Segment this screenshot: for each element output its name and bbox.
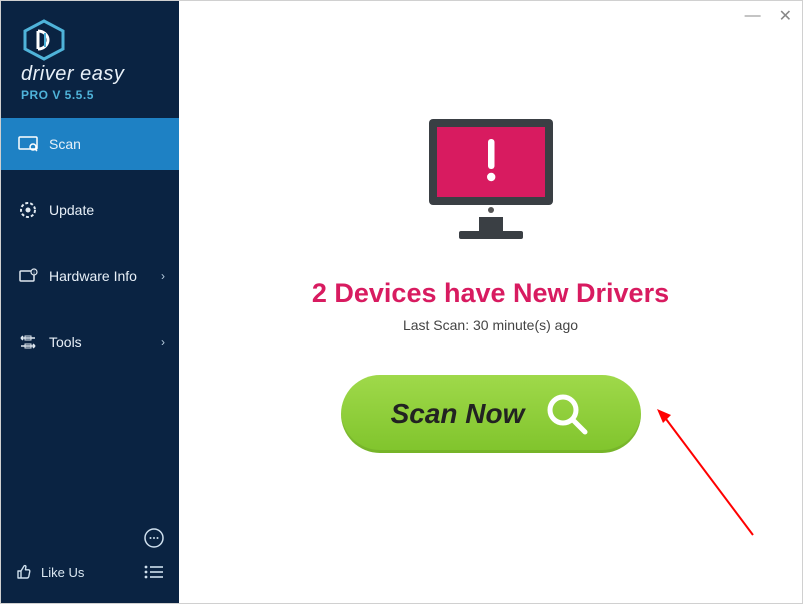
- nav: Scan Update i Hardware Info › Tools: [1, 118, 179, 382]
- like-us-button[interactable]: Like Us: [15, 563, 84, 581]
- sidebar-bottom: Like Us: [1, 511, 179, 603]
- nav-scan-label: Scan: [49, 136, 81, 152]
- brand-name: driver easy: [21, 63, 159, 86]
- chevron-right-icon: ›: [161, 269, 165, 283]
- thumbs-up-icon: [15, 563, 33, 581]
- close-button[interactable]: ✕: [779, 6, 792, 26]
- scan-now-label: Scan Now: [391, 398, 525, 430]
- brand-block: driver easy PRO V 5.5.5: [1, 1, 179, 116]
- chevron-right-icon: ›: [161, 335, 165, 349]
- scan-icon: [17, 136, 39, 152]
- svg-text:i: i: [33, 270, 34, 276]
- status-monitor-icon: [411, 113, 571, 256]
- app-logo-icon: [21, 19, 67, 61]
- main-panel: 2 Devices have New Drivers Last Scan: 30…: [179, 1, 802, 603]
- like-us-label: Like Us: [41, 565, 84, 580]
- nav-update[interactable]: Update: [1, 184, 179, 236]
- nav-tools-label: Tools: [49, 334, 82, 350]
- scan-now-button[interactable]: Scan Now: [341, 375, 641, 453]
- nav-scan[interactable]: Scan: [1, 118, 179, 170]
- status-headline: 2 Devices have New Drivers: [312, 278, 669, 309]
- window-controls: — ✕: [745, 1, 802, 31]
- annotation-arrow: [657, 409, 777, 549]
- nav-tools[interactable]: Tools ›: [1, 316, 179, 368]
- app-window: — ✕ driver easy PRO V 5.5.5 Scan: [0, 0, 803, 604]
- nav-update-label: Update: [49, 202, 94, 218]
- sidebar: driver easy PRO V 5.5.5 Scan Update i: [1, 1, 179, 603]
- nav-hardware[interactable]: i Hardware Info ›: [1, 250, 179, 302]
- nav-hardware-label: Hardware Info: [49, 268, 137, 284]
- magnifier-icon: [544, 391, 590, 437]
- last-scan-text: Last Scan: 30 minute(s) ago: [403, 317, 578, 333]
- hardware-icon: i: [17, 268, 39, 284]
- update-icon: [17, 201, 39, 219]
- feedback-icon[interactable]: [143, 527, 165, 549]
- tools-icon: [17, 334, 39, 350]
- brand-version: PRO V 5.5.5: [21, 88, 159, 102]
- menu-list-icon[interactable]: [143, 564, 165, 580]
- minimize-button[interactable]: —: [745, 7, 761, 25]
